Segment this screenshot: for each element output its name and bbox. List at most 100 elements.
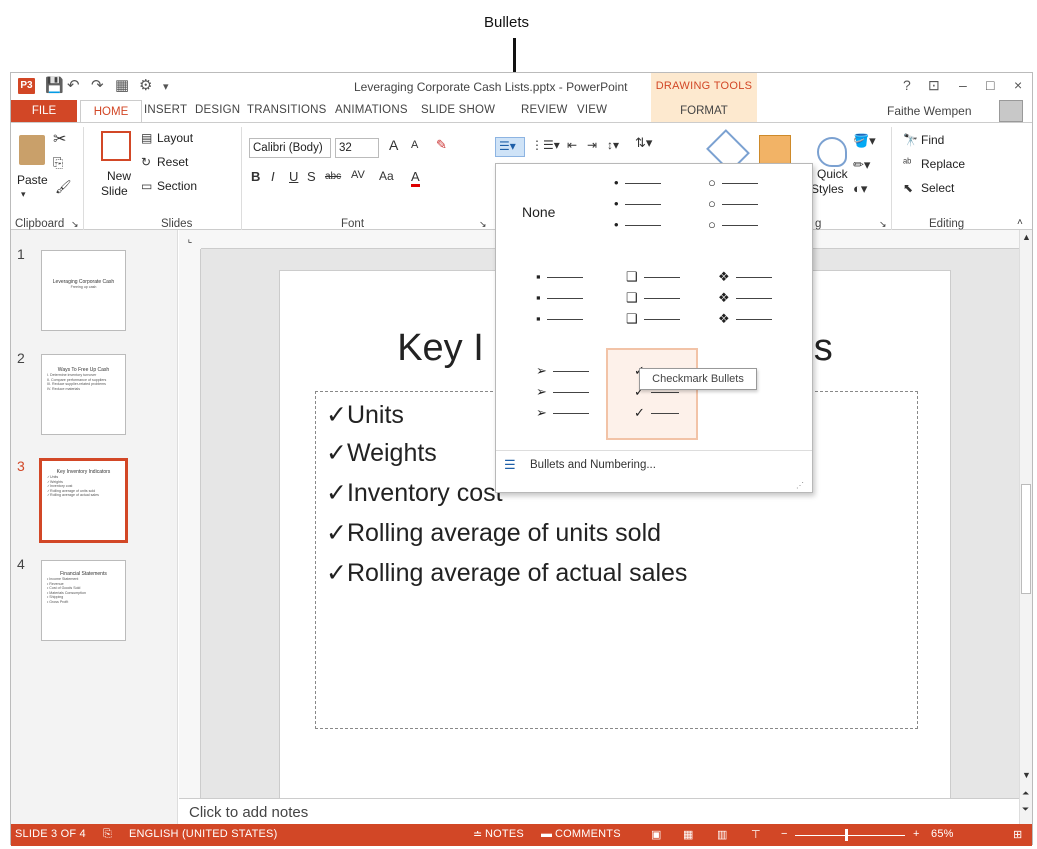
- tab-design[interactable]: DESIGN: [195, 104, 240, 116]
- tab-insert[interactable]: INSERT: [144, 104, 187, 116]
- slide-thumbnail-2[interactable]: Ways To Free Up Cash I. Determine invent…: [41, 354, 126, 435]
- shape-fill-icon[interactable]: 🪣▾: [853, 133, 876, 149]
- user-avatar[interactable]: [999, 100, 1023, 122]
- bullet-option-hollow-round[interactable]: ○ ○ ○: [708, 172, 798, 252]
- tab-stop-selector-icon[interactable]: ⌞: [179, 230, 201, 249]
- comments-button[interactable]: COMMENTS: [555, 828, 621, 840]
- tab-format[interactable]: FORMAT: [651, 100, 757, 122]
- comments-icon[interactable]: ▬: [541, 828, 552, 840]
- zoom-out-icon[interactable]: −: [781, 828, 788, 840]
- zoom-in-icon[interactable]: +: [913, 828, 920, 840]
- arrange-icon[interactable]: [759, 135, 791, 165]
- bullet-item[interactable]: ✓Inventory cost: [326, 478, 503, 508]
- tab-animations[interactable]: ANIMATIONS: [335, 104, 408, 116]
- quick-styles-icon[interactable]: [817, 137, 847, 167]
- shadow-icon[interactable]: S: [307, 169, 316, 184]
- slide-sorter-icon[interactable]: ▦: [683, 828, 694, 841]
- bullet-option-none[interactable]: None: [500, 170, 595, 248]
- numbering-icon[interactable]: ⋮☰▾: [531, 138, 560, 152]
- italic-icon[interactable]: I: [271, 169, 275, 184]
- cut-icon[interactable]: ✂: [53, 129, 66, 149]
- scroll-up-icon[interactable]: ▲: [1022, 232, 1031, 242]
- undo-icon[interactable]: ↶: [67, 76, 80, 94]
- qat-dropdown-icon[interactable]: ▾: [163, 80, 169, 93]
- section-icon[interactable]: ▭: [141, 179, 152, 193]
- text-direction-icon[interactable]: ⇅▾: [635, 135, 652, 151]
- tab-transitions[interactable]: TRANSITIONS: [247, 104, 327, 116]
- bullet-option-small-round[interactable]: • • •: [614, 172, 704, 252]
- ribbon-display-icon[interactable]: ⊡: [928, 77, 940, 94]
- font-name-box[interactable]: Calibri (Body): [249, 138, 331, 158]
- notes-pane[interactable]: Click to add notes: [179, 798, 1019, 824]
- user-name[interactable]: Faithe Wempen: [887, 104, 972, 118]
- decrease-indent-icon[interactable]: ⇤: [567, 138, 577, 152]
- scrollbar-thumb[interactable]: [1021, 484, 1031, 594]
- bullet-option-filled-square[interactable]: ▪ ▪ ▪: [536, 266, 626, 346]
- reset-button[interactable]: Reset: [157, 155, 188, 169]
- shrink-font-icon[interactable]: A: [411, 139, 418, 151]
- fit-to-window-icon[interactable]: ⊞: [1013, 828, 1022, 841]
- customize-qat-icon[interactable]: ⚙: [139, 76, 152, 94]
- select-icon[interactable]: ⬉: [903, 181, 913, 195]
- new-slide-label-2[interactable]: Slide: [101, 184, 128, 198]
- line-spacing-icon[interactable]: ↕▾: [607, 138, 619, 152]
- tab-home[interactable]: HOME: [80, 100, 142, 122]
- drawing-launcher-icon[interactable]: ↘: [879, 219, 887, 230]
- slide-thumbnail-3[interactable]: Key Inventory Indicators ✓Units ✓Weights…: [39, 458, 128, 543]
- bullet-option-checkmark[interactable]: ✓ ✓ ✓: [606, 348, 698, 440]
- close-button[interactable]: ×: [1014, 77, 1022, 93]
- format-painter-icon[interactable]: 🖌: [55, 179, 72, 195]
- previous-slide-icon[interactable]: ⏶: [1022, 788, 1029, 799]
- bold-icon[interactable]: B: [251, 169, 260, 184]
- notes-icon[interactable]: ≐: [473, 828, 482, 841]
- change-case-icon[interactable]: Aa: [379, 169, 394, 183]
- powerpoint-app-icon[interactable]: P3: [18, 78, 35, 94]
- paste-label[interactable]: Paste: [17, 173, 48, 187]
- scroll-down-icon[interactable]: ▼: [1022, 770, 1031, 780]
- slide-thumbnail-4[interactable]: Financial Statements • Income Statement …: [41, 560, 126, 641]
- tab-view[interactable]: VIEW: [577, 104, 607, 116]
- character-spacing-icon[interactable]: AV: [351, 169, 365, 181]
- bullet-item[interactable]: ✓Rolling average of actual sales: [326, 558, 687, 588]
- maximize-button[interactable]: □: [986, 77, 994, 93]
- reset-icon[interactable]: ↻: [141, 155, 151, 169]
- clear-formatting-icon[interactable]: ✎: [436, 137, 447, 153]
- font-color-icon[interactable]: A: [411, 169, 420, 187]
- new-slide-label[interactable]: New: [107, 169, 131, 183]
- bullet-item[interactable]: ✓Rolling average of units sold: [326, 518, 661, 548]
- layout-icon[interactable]: ▤: [141, 131, 152, 145]
- resize-grip-icon[interactable]: ⋰: [796, 481, 804, 490]
- font-size-box[interactable]: 32: [335, 138, 379, 158]
- zoom-level[interactable]: 65%: [931, 828, 954, 840]
- collapse-ribbon-icon[interactable]: ˄: [1017, 217, 1023, 228]
- redo-icon[interactable]: ↷: [91, 76, 104, 94]
- slide-thumbnail-1[interactable]: Leveraging Corporate Cash Freeing up cas…: [41, 250, 126, 331]
- tab-slide-show[interactable]: SLIDE SHOW: [421, 104, 495, 116]
- tab-file[interactable]: FILE: [11, 100, 77, 122]
- reading-view-icon[interactable]: ▥: [717, 828, 728, 841]
- save-icon[interactable]: 💾: [45, 76, 64, 94]
- start-from-beginning-icon[interactable]: ▦: [115, 76, 129, 94]
- select-button[interactable]: Select: [921, 181, 954, 195]
- quick-styles-label[interactable]: Quick: [817, 167, 848, 181]
- clipboard-launcher-icon[interactable]: ↘: [71, 219, 79, 230]
- grow-font-icon[interactable]: A: [389, 137, 398, 153]
- vertical-scrollbar[interactable]: ▲ ▼ ⏶ ⏷: [1019, 230, 1032, 824]
- bullets-and-numbering-item[interactable]: ☰ Bullets and Numbering... ⋰: [496, 450, 812, 492]
- tab-review[interactable]: REVIEW: [521, 104, 568, 116]
- section-button[interactable]: Section: [157, 179, 197, 193]
- bullet-option-star[interactable]: ❖ ❖ ❖: [718, 266, 808, 346]
- layout-button[interactable]: Layout: [157, 131, 193, 145]
- find-button[interactable]: Find: [921, 133, 944, 147]
- find-icon[interactable]: 🔭: [903, 133, 918, 147]
- bullet-item[interactable]: ✓Weights: [326, 438, 437, 468]
- replace-button[interactable]: Replace: [921, 157, 965, 171]
- copy-icon[interactable]: ⎘: [53, 155, 63, 171]
- notes-button[interactable]: NOTES: [485, 828, 524, 840]
- minimize-button[interactable]: –: [959, 77, 967, 93]
- zoom-slider[interactable]: [795, 835, 905, 836]
- paste-dropdown-icon[interactable]: ▾: [21, 189, 26, 200]
- replace-icon[interactable]: ᵃᵇ: [903, 157, 911, 169]
- shape-outline-icon[interactable]: ✏▾: [853, 157, 870, 173]
- help-icon[interactable]: ?: [903, 77, 911, 93]
